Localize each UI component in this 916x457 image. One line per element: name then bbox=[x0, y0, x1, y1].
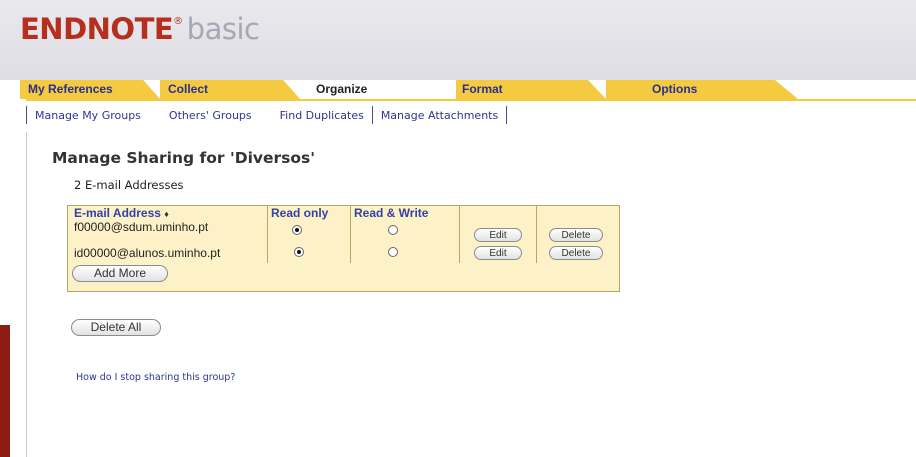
address-count: 2 E-mail Addresses bbox=[74, 178, 184, 192]
sort-icon: ♦ bbox=[164, 209, 169, 219]
read-only-radio[interactable] bbox=[293, 246, 304, 257]
read-write-radio[interactable] bbox=[387, 225, 398, 235]
email-cell: f00000@sdum.uminho.pt bbox=[74, 220, 209, 234]
email-cell: id00000@alunos.uminho.pt bbox=[74, 245, 221, 260]
subnav-manage-attachments[interactable]: Manage Attachments bbox=[373, 109, 506, 122]
page-title: Manage Sharing for 'Diversos' bbox=[52, 149, 315, 167]
table-row: id00000@alunos.uminho.pt Edit Delete bbox=[71, 242, 615, 263]
side-accent-bar bbox=[0, 325, 10, 457]
read-only-column-header: Read only bbox=[267, 206, 351, 220]
sharing-grid: E-mail Address ♦ Read only Read & Write … bbox=[71, 206, 615, 286]
email-column-header[interactable]: E-mail Address ♦ bbox=[71, 206, 268, 220]
read-write-radio[interactable] bbox=[387, 246, 398, 257]
delete-button[interactable]: Delete bbox=[549, 246, 603, 260]
tab-label: Collect bbox=[168, 82, 209, 96]
sub-navigation: Manage My Groups Others' Groups Find Dup… bbox=[26, 104, 508, 126]
tab-label: Options bbox=[652, 82, 698, 96]
tab-underline bbox=[26, 99, 916, 101]
help-link[interactable]: How do I stop sharing this group? bbox=[76, 372, 235, 383]
divider bbox=[506, 106, 508, 124]
logo-edition: basic bbox=[186, 12, 260, 46]
logo-brand: ENDNOTE bbox=[20, 12, 174, 46]
add-more-button[interactable]: Add More bbox=[72, 265, 168, 282]
tab-organize[interactable]: Organize bbox=[300, 80, 456, 99]
read-write-column-header: Read & Write bbox=[350, 206, 460, 220]
tab-options[interactable]: Options bbox=[606, 80, 798, 99]
subnav-manage-my-groups[interactable]: Manage My Groups bbox=[27, 109, 149, 122]
subnav-find-duplicates[interactable]: Find Duplicates bbox=[272, 109, 372, 122]
content-left-border bbox=[26, 132, 27, 457]
delete-all-button[interactable]: Delete All bbox=[71, 319, 161, 336]
endnote-logo: ENDNOTE® basic bbox=[20, 12, 260, 46]
tab-label: Format bbox=[462, 82, 503, 96]
sharing-table: E-mail Address ♦ Read only Read & Write … bbox=[67, 205, 620, 292]
delete-button[interactable]: Delete bbox=[549, 228, 603, 242]
tab-my-references[interactable]: My References bbox=[20, 80, 160, 99]
tab-label: Organize bbox=[316, 82, 368, 96]
header-label: E-mail Address bbox=[74, 206, 161, 220]
table-row: f00000@sdum.uminho.pt Edit Delete bbox=[71, 220, 615, 242]
tab-label: My References bbox=[28, 82, 113, 96]
edit-button[interactable]: Edit bbox=[474, 228, 522, 242]
table-header-row: E-mail Address ♦ Read only Read & Write bbox=[71, 206, 615, 220]
read-only-radio[interactable] bbox=[292, 225, 302, 235]
app-header: ENDNOTE® basic bbox=[0, 0, 916, 80]
subnav-others-groups[interactable]: Others' Groups bbox=[161, 109, 260, 122]
edit-button[interactable]: Edit bbox=[474, 246, 522, 260]
tab-collect[interactable]: Collect bbox=[160, 80, 300, 99]
logo-registered-mark: ® bbox=[173, 16, 183, 27]
tab-format[interactable]: Format bbox=[456, 80, 606, 99]
